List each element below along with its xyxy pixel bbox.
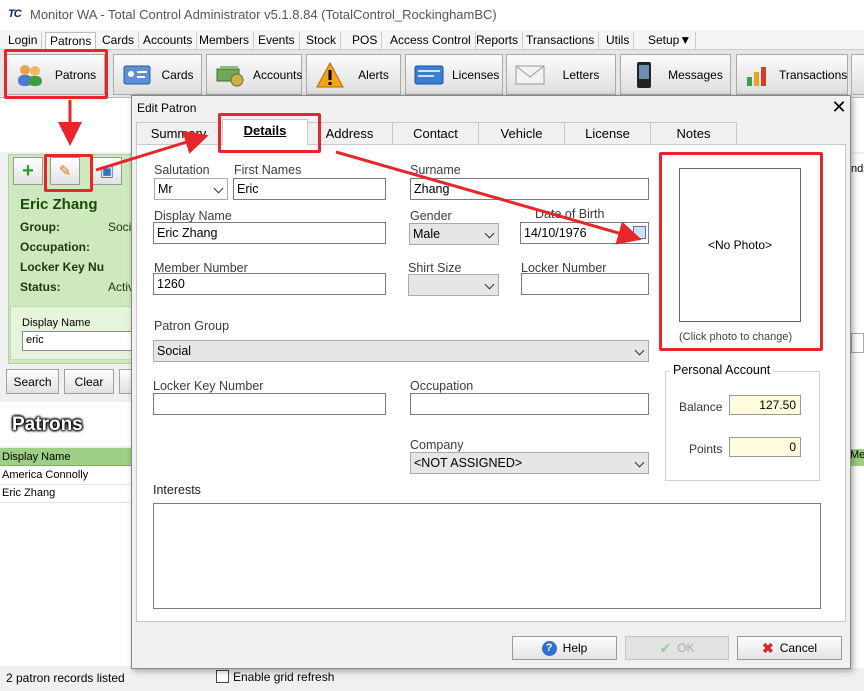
annotation-arrow-to-details xyxy=(95,130,209,172)
annotation-arrows xyxy=(58,100,642,245)
annotation-arrow-to-photo xyxy=(335,150,642,245)
